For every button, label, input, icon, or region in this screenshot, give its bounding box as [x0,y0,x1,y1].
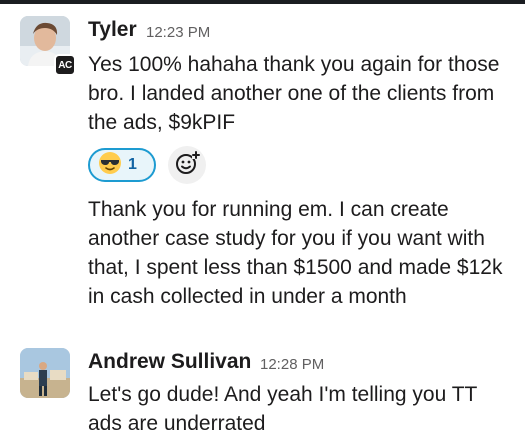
author-name[interactable]: Tyler [88,18,137,42]
author-name[interactable]: Andrew Sullivan [88,350,251,374]
reaction-count: 1 [128,156,137,173]
chat-thread: AC Tyler 12:23 PM Yes 100% hahaha thank … [0,0,525,434]
message-text-followup: Thank you for running em. I can create a… [88,198,503,308]
message-text: Let's go dude! And yeah I'm telling you … [88,383,477,434]
add-reaction-icon [174,150,200,181]
message-timestamp[interactable]: 12:23 PM [146,24,210,41]
add-reaction-button[interactable] [168,146,206,184]
message-text: Yes 100% hahaha thank you again for thos… [88,53,500,134]
message-timestamp[interactable]: 12:28 PM [260,356,324,373]
sunglasses-emoji-icon [98,151,122,180]
reaction-pill[interactable]: 1 [88,148,156,182]
avatar-andrew-sullivan[interactable] [20,348,70,398]
app-badge-icon: AC [54,54,76,76]
